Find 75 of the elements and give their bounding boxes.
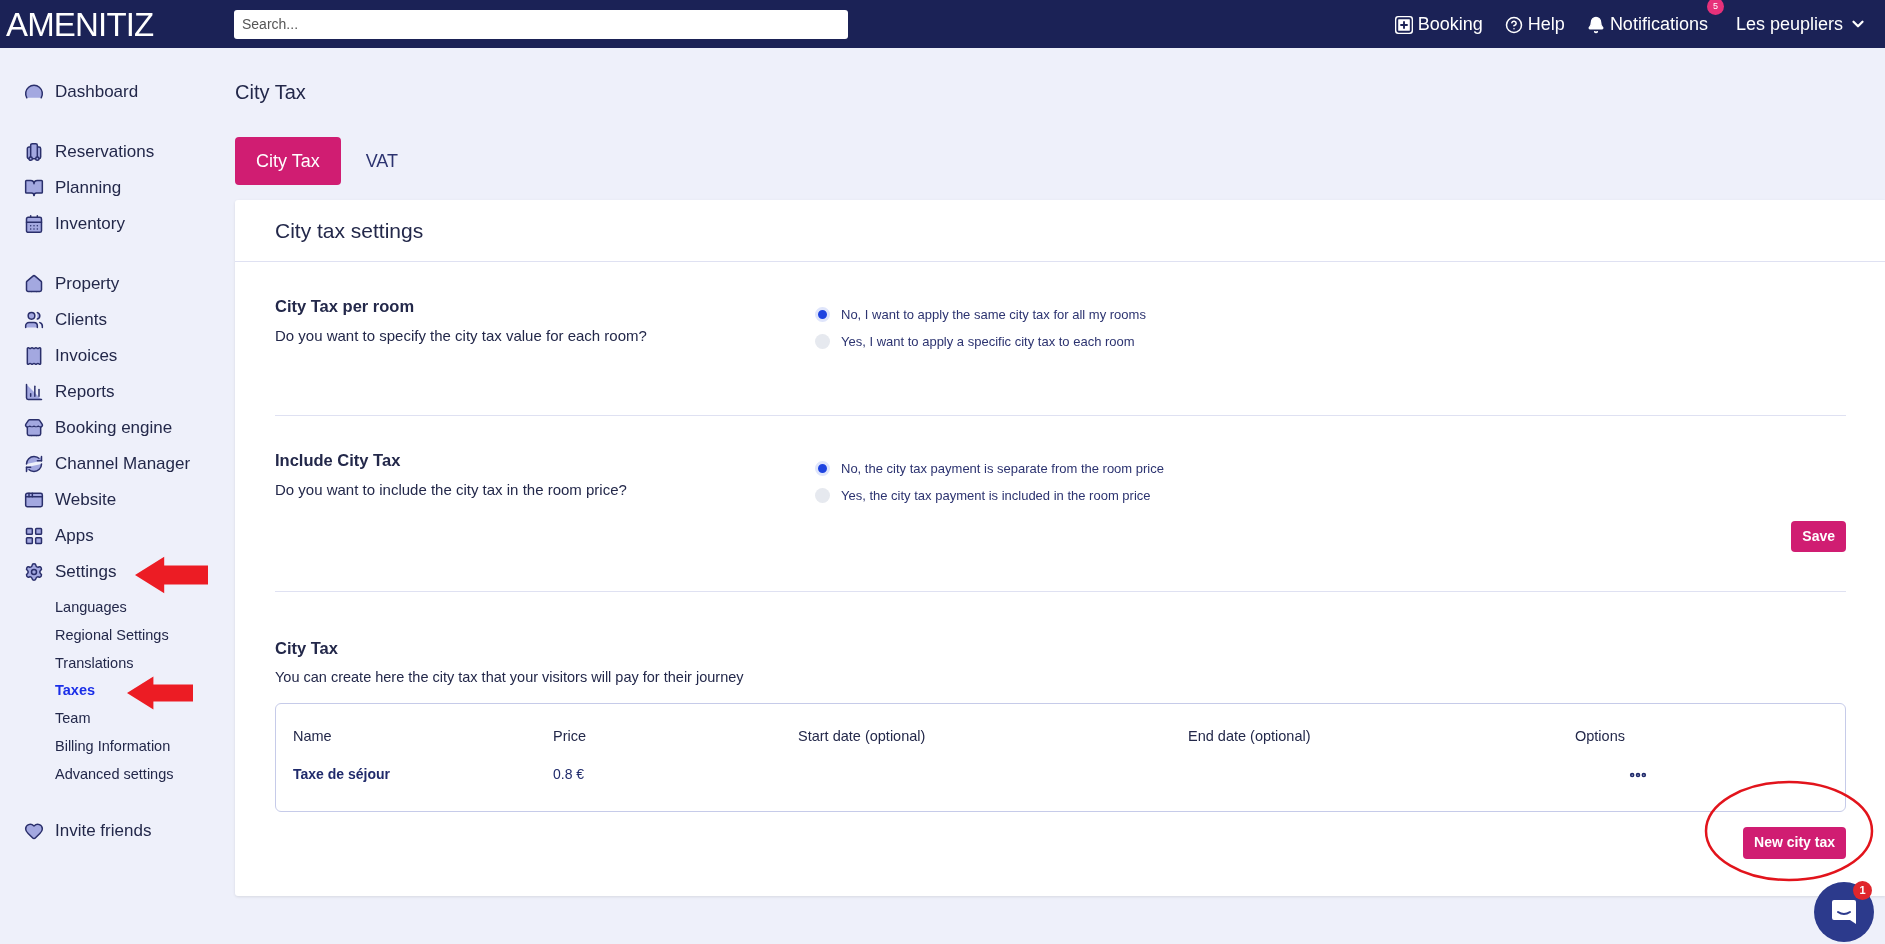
- setting-description: Do you want to specify the city tax value for each room?: [275, 325, 648, 346]
- chat-bubble-icon: [1830, 898, 1858, 926]
- sidebar-item[interactable]: Website: [24, 482, 235, 518]
- save-button[interactable]: Save: [1791, 521, 1846, 552]
- new-city-tax-button[interactable]: New city tax: [1743, 826, 1846, 859]
- tab[interactable]: City Tax: [235, 137, 341, 185]
- browser-window-icon: [24, 490, 44, 510]
- radio-button[interactable]: [815, 461, 830, 476]
- sidebar-item[interactable]: Reports: [24, 374, 235, 410]
- sidebar-subitem[interactable]: Translations: [55, 649, 235, 678]
- notification-badge: 5: [1706, 0, 1724, 15]
- luggage-icon: [24, 142, 44, 162]
- table-cell: 0.8 €: [553, 765, 585, 782]
- sidebar-item[interactable]: Invoices: [24, 338, 235, 374]
- sidebar-item[interactable]: Property: [24, 266, 235, 302]
- column-header: Options: [1575, 727, 1625, 744]
- sidebar-item[interactable]: Clients: [24, 302, 235, 338]
- logo[interactable]: AMENITIZ: [6, 7, 234, 41]
- bell-icon: [1586, 15, 1605, 34]
- store-icon: [24, 418, 44, 438]
- sidebar-item[interactable]: Settings: [24, 554, 235, 590]
- notifications-link[interactable]: Notifications: [1586, 10, 1708, 38]
- sidebar-item[interactable]: Booking engine: [24, 410, 235, 446]
- table-cell: Taxe de séjour: [293, 765, 390, 782]
- card-title: City tax settings: [235, 200, 1885, 262]
- grid-icon: [24, 526, 44, 546]
- section-title: City Tax: [275, 638, 339, 659]
- radio-button[interactable]: [815, 488, 830, 503]
- sidebar-item[interactable]: Planning: [24, 170, 235, 206]
- setting-title: City Tax per room: [275, 296, 416, 317]
- booking-link[interactable]: Booking: [1394, 10, 1483, 38]
- sidebar-item[interactable]: Inventory: [24, 206, 235, 242]
- sidebar-item[interactable]: Invite friends: [24, 812, 235, 849]
- tab[interactable]: VAT: [344, 137, 420, 185]
- page-title: City Tax: [235, 80, 307, 105]
- receipt-icon: [24, 346, 44, 366]
- radio-option[interactable]: Yes, I want to apply a specific city tax to each room: [815, 328, 1846, 355]
- sidebar-item[interactable]: Dashboard: [24, 74, 235, 110]
- heart-icon: [24, 820, 44, 841]
- sidebar-item[interactable]: Channel Manager: [24, 446, 235, 482]
- bar-chart-icon: [24, 382, 44, 402]
- radio-option[interactable]: Yes, the city tax payment is included in the room price: [815, 482, 1846, 509]
- radio-button[interactable]: [815, 334, 830, 349]
- calendar-icon: [24, 214, 44, 234]
- sidebar-subitem[interactable]: Billing Information: [55, 733, 235, 761]
- sidebar-subitem[interactable]: Team: [55, 705, 235, 733]
- radio-option[interactable]: No, the city tax payment is separate from the room price: [815, 455, 1846, 482]
- help-icon: [1504, 15, 1523, 34]
- sidebar-item[interactable]: Apps: [24, 518, 235, 554]
- column-header: Price: [553, 727, 587, 744]
- refresh-icon: [24, 454, 44, 474]
- chat-badge: 1: [1853, 881, 1872, 900]
- setting-description: Do you want to include the city tax in the room price?: [275, 479, 628, 500]
- setting-title: Include City Tax: [275, 450, 402, 471]
- sidebar-item[interactable]: Reservations: [24, 134, 235, 170]
- book-icon: [24, 178, 44, 198]
- column-header: Name: [293, 727, 332, 744]
- column-header: Start date (optional): [798, 727, 926, 744]
- sidebar-subitem[interactable]: Languages: [55, 594, 235, 622]
- plus-square-icon: [1394, 15, 1413, 34]
- column-header: End date (optional): [1188, 727, 1311, 744]
- sidebar-subitem[interactable]: Taxes: [55, 677, 235, 706]
- house-icon: [24, 274, 44, 294]
- arrow-annotation: [127, 674, 193, 712]
- account-menu[interactable]: Les peupliers: [1735, 10, 1867, 38]
- chat-button[interactable]: 1: [1814, 882, 1874, 942]
- section-description: You can create here the city tax that your visitors will pay for their journey: [275, 667, 745, 687]
- users-icon: [24, 310, 44, 330]
- help-link[interactable]: Help: [1504, 10, 1565, 38]
- sidebar-subitem[interactable]: Advanced settings: [55, 760, 235, 789]
- search-field[interactable]: Search...: [234, 9, 848, 39]
- settings-icon: [24, 562, 44, 582]
- radio-option[interactable]: No, I want to apply the same city tax for all my rooms: [815, 301, 1846, 328]
- sidebar-subitem[interactable]: Regional Settings: [55, 621, 235, 650]
- radio-button[interactable]: [815, 307, 830, 322]
